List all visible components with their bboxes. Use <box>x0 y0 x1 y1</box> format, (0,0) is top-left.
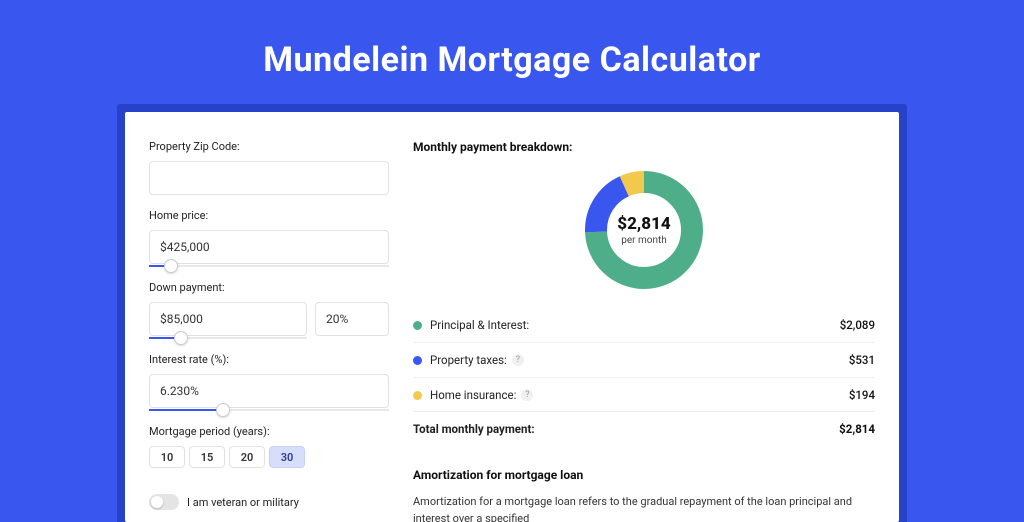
breakdown-heading: Monthly payment breakdown: <box>413 140 875 154</box>
veteran-label: I am veteran or military <box>187 496 299 509</box>
period-button-15[interactable]: 15 <box>189 446 225 468</box>
zip-row: Property Zip Code: <box>149 140 389 195</box>
breakdown-label: Property taxes: <box>430 353 507 367</box>
breakdown-label: Home insurance: <box>430 388 516 402</box>
donut-wrap: $2,814 per month <box>413 168 875 292</box>
down-row: Down payment: <box>149 281 389 339</box>
breakdown-column: Monthly payment breakdown: $2,814 per mo… <box>413 140 875 522</box>
amortization-heading: Amortization for mortgage loan <box>413 468 875 482</box>
period-button-30[interactable]: 30 <box>269 446 305 468</box>
panel-frame: Property Zip Code: Home price: Down paym… <box>117 104 907 522</box>
zip-input[interactable] <box>149 161 389 195</box>
rate-row: Interest rate (%): <box>149 353 389 411</box>
page-title: Mundelein Mortgage Calculator <box>0 40 1024 80</box>
breakdown-list: Principal & Interest: $2,089 Property taxe… <box>413 308 875 412</box>
zip-label: Property Zip Code: <box>149 140 389 153</box>
legend-dot <box>413 356 422 365</box>
total-label: Total monthly payment: <box>413 422 535 436</box>
price-label: Home price: <box>149 209 389 222</box>
breakdown-amount: $2,089 <box>840 318 875 332</box>
down-slider-thumb[interactable] <box>175 332 187 344</box>
donut-center-sub: per month <box>621 235 667 246</box>
donut-center-value: $2,814 <box>617 214 670 234</box>
veteran-toggle[interactable] <box>149 494 179 510</box>
calculator-panel: Property Zip Code: Home price: Down paym… <box>125 112 899 522</box>
rate-input[interactable] <box>149 374 389 408</box>
legend-dot <box>413 321 422 330</box>
total-amount: $2,814 <box>839 422 875 436</box>
period-row: Mortgage period (years): 10152030 <box>149 425 389 468</box>
down-percent-input[interactable] <box>315 302 389 336</box>
price-row: Home price: <box>149 209 389 267</box>
price-input[interactable] <box>149 230 389 264</box>
price-slider-thumb[interactable] <box>165 260 177 272</box>
toggle-knob <box>151 496 163 508</box>
period-button-10[interactable]: 10 <box>149 446 185 468</box>
veteran-row: I am veteran or military <box>149 494 389 510</box>
down-amount-input[interactable] <box>149 302 307 336</box>
breakdown-total-row: Total monthly payment: $2,814 <box>413 411 875 446</box>
period-button-20[interactable]: 20 <box>229 446 265 468</box>
breakdown-row: Home insurance:? $194 <box>413 378 875 412</box>
down-slider[interactable] <box>149 337 307 339</box>
down-label: Down payment: <box>149 281 389 294</box>
breakdown-row: Principal & Interest: $2,089 <box>413 308 875 343</box>
donut-chart: $2,814 per month <box>582 168 706 292</box>
amortization-body: Amortization for a mortgage loan refers … <box>413 494 875 522</box>
breakdown-amount: $194 <box>849 388 875 402</box>
period-buttons: 10152030 <box>149 446 389 468</box>
period-label: Mortgage period (years): <box>149 425 389 438</box>
help-icon[interactable]: ? <box>521 389 533 401</box>
amortization-section: Amortization for mortgage loan Amortizat… <box>413 468 875 522</box>
rate-slider[interactable] <box>149 409 389 411</box>
breakdown-label: Principal & Interest: <box>430 318 529 332</box>
rate-slider-thumb[interactable] <box>217 404 229 416</box>
breakdown-amount: $531 <box>849 353 875 367</box>
inputs-column: Property Zip Code: Home price: Down paym… <box>149 140 389 522</box>
help-icon[interactable]: ? <box>512 354 524 366</box>
legend-dot <box>413 391 422 400</box>
rate-label: Interest rate (%): <box>149 353 389 366</box>
price-slider[interactable] <box>149 265 389 267</box>
breakdown-row: Property taxes:? $531 <box>413 343 875 378</box>
